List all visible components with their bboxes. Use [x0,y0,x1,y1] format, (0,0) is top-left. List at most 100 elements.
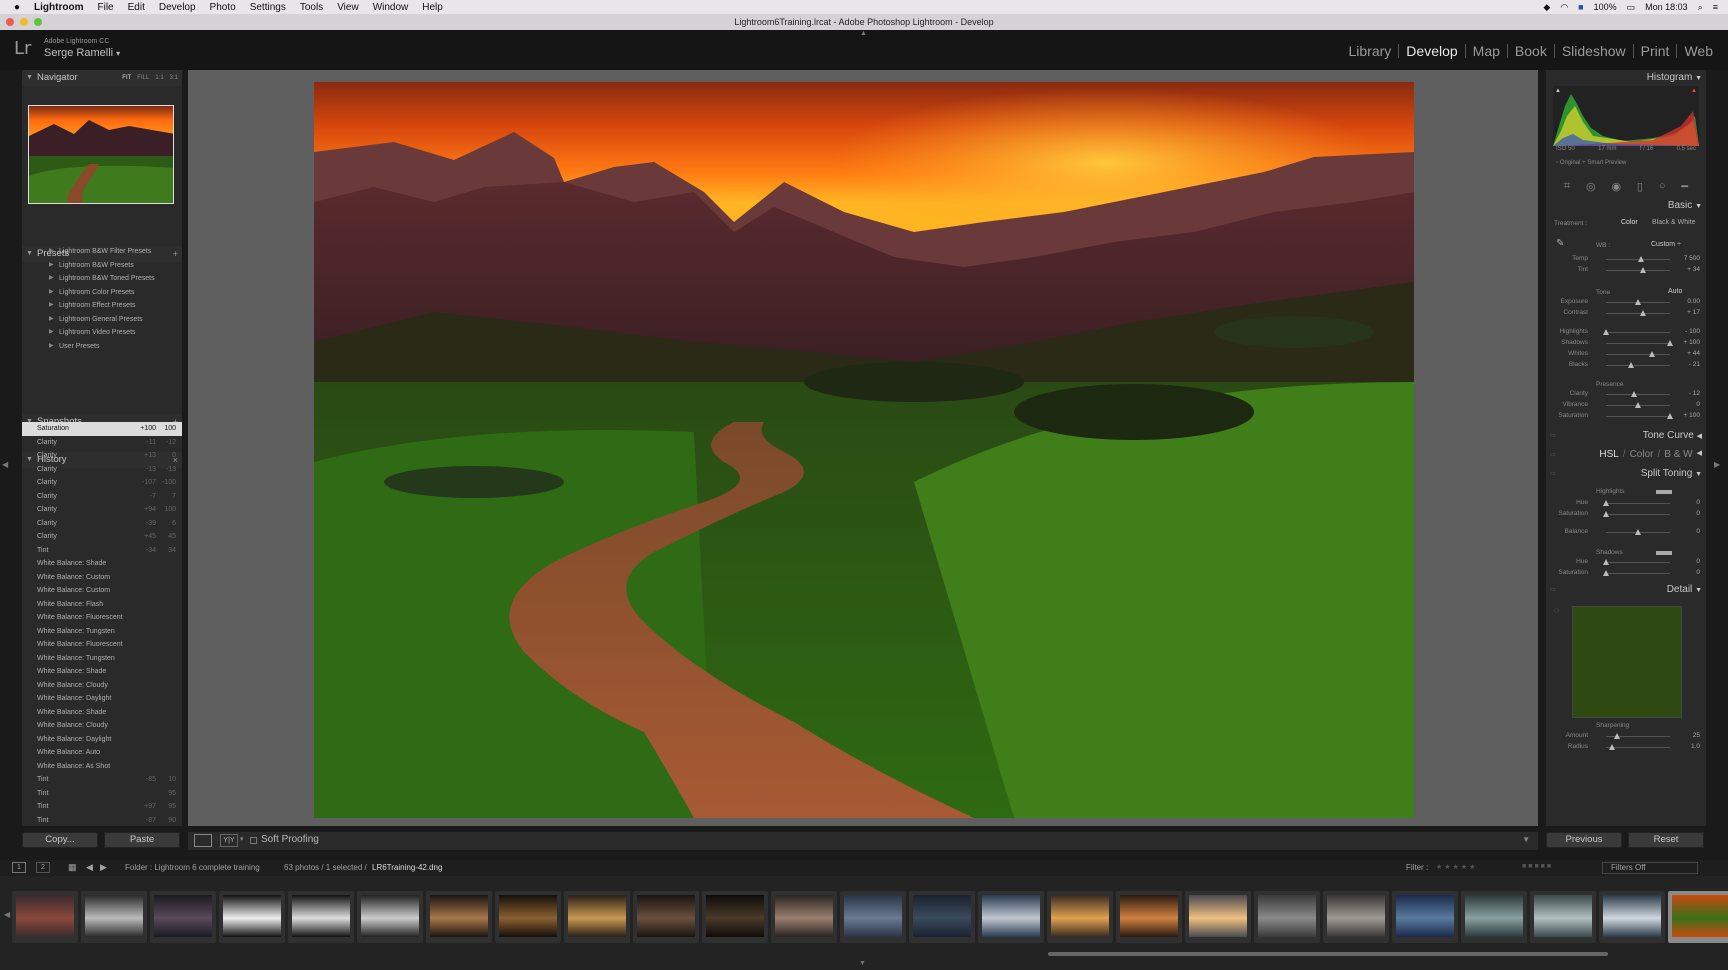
slider-thumb[interactable] [1603,570,1609,576]
preset-folder[interactable]: ▶ Lightroom Video Presets [22,326,182,340]
slider-value[interactable]: 0 [1696,510,1700,517]
toolbar-menu-icon[interactable]: ▼ [1522,835,1530,844]
module-map[interactable]: Map [1464,44,1507,58]
menu-photo[interactable]: Photo [210,2,236,13]
zoom-3-1[interactable]: 3:1 [170,70,178,86]
history-item[interactable]: White Balance: Fluorescent [22,638,182,652]
menu-settings[interactable]: Settings [250,2,286,13]
tone-auto-button[interactable]: Auto [1668,288,1682,295]
slider-thumb[interactable] [1603,329,1609,335]
paste-settings-button[interactable]: Paste [104,832,180,848]
filmstrip-thumbnail[interactable] [564,891,630,943]
filmstrip-thumbnail[interactable] [1599,891,1665,943]
slider-thumb[interactable] [1635,299,1641,305]
history-item[interactable]: White Balance: Tungsten [22,625,182,639]
slider-thumb[interactable] [1603,511,1609,517]
history-item[interactable]: Clarity -39 6 [22,517,182,531]
slider-thumb[interactable] [1613,733,1620,739]
history-item[interactable]: White Balance: Shade [22,557,182,571]
history-item[interactable]: Tint -87 90 [22,814,182,828]
close-window-button[interactable] [6,18,14,26]
slider-thumb[interactable] [1635,529,1641,535]
slider-value[interactable]: + 100 [1684,412,1700,419]
histogram-header[interactable]: Histogram ▼ [1647,72,1702,83]
basic-header[interactable]: Basic ▼ [1668,200,1702,211]
slider-value[interactable]: 0 [1696,401,1700,408]
treatment-bw-option[interactable]: Black & White [1652,219,1696,226]
adjustment-brush-icon[interactable]: ━ [1681,180,1688,193]
identity-plate[interactable]: Serge Ramelli ▾ [44,47,120,59]
history-item[interactable]: White Balance: Daylight [22,733,182,747]
slider-hue[interactable]: Hue 0 [1554,499,1704,509]
slider-value[interactable]: 0.00 [1687,298,1700,305]
history-item[interactable]: White Balance: Custom [22,584,182,598]
color-tab[interactable]: Color [1630,449,1654,460]
history-item[interactable]: Tint 95 [22,787,182,801]
histogram-chart[interactable]: ▲ ▲ [1553,86,1699,146]
zoom-fill[interactable]: FILL [137,70,149,86]
history-item[interactable]: White Balance: Daylight [22,692,182,706]
filmstrip-thumbnail[interactable] [909,891,975,943]
search-icon[interactable]: ⌕ [1698,2,1703,13]
slider-value[interactable]: 0 [1696,569,1700,576]
slider-thumb[interactable] [1667,413,1673,419]
forward-arrow-icon[interactable]: ▶ [100,862,107,873]
history-item[interactable]: White Balance: Cloudy [22,719,182,733]
filmstrip-thumbnail[interactable] [1668,891,1728,943]
folder-source[interactable]: Folder : Lightroom 6 complete training [125,863,260,872]
copy-settings-button[interactable]: Copy... [22,832,98,848]
main-photo[interactable] [314,82,1414,818]
slider-value[interactable]: 0 [1696,558,1700,565]
history-item[interactable]: White Balance: Tungsten [22,652,182,666]
detail-header[interactable]: Detail ▼ [1667,584,1702,595]
slider-track[interactable] [1606,416,1670,417]
history-item[interactable]: Clarity +45 45 [22,530,182,544]
dropbox-icon[interactable]: ◆ [1543,2,1550,13]
menu-lightroom[interactable]: Lightroom [34,2,83,13]
filmstrip-thumbnail[interactable] [1185,891,1251,943]
slider-value[interactable]: 25 [1693,732,1700,739]
slider-track[interactable] [1606,270,1670,271]
battery-percent[interactable]: 100% [1594,2,1617,12]
menu-develop[interactable]: Develop [159,2,196,13]
navigator-preview[interactable] [28,105,174,204]
preset-folder[interactable]: ▶ Lightroom B&W Toned Presets [22,272,182,286]
slider-contrast[interactable]: Contrast + 17 [1554,309,1704,319]
history-item[interactable]: Clarity -107 -100 [22,476,182,490]
history-item[interactable]: Clarity +94 100 [22,503,182,517]
slider-thumb[interactable] [1667,340,1673,346]
history-item[interactable]: Clarity -7 7 [22,490,182,504]
hsl-tab[interactable]: HSL [1599,449,1618,460]
slider-exposure[interactable]: Exposure 0.00 [1554,298,1704,308]
filmstrip-thumbnail[interactable] [633,891,699,943]
filmstrip-thumbnail[interactable] [840,891,906,943]
smart-preview-status[interactable]: ▫ Original + Smart Preview [1556,160,1626,166]
preset-folder[interactable]: ▶ Lightroom General Presets [22,313,182,327]
radial-filter-icon[interactable]: ○ [1659,180,1666,192]
collapse-filmstrip-icon[interactable]: ▼ [859,960,866,967]
slider-thumb[interactable] [1635,402,1641,408]
filmstrip-thumbnail[interactable] [1047,891,1113,943]
detail-target-icon[interactable]: ◌ [1554,606,1559,615]
slider-thumb[interactable] [1640,267,1647,273]
filmstrip-thumbnail[interactable] [12,891,78,943]
graduated-filter-icon[interactable]: ▯ [1637,180,1643,193]
filmstrip-scrollbar[interactable] [1048,952,1608,956]
slider-temp[interactable]: Temp 7 500 [1554,255,1704,265]
slider-value[interactable]: + 44 [1687,350,1700,357]
loupe-view-icon[interactable] [194,834,212,847]
slider-hue[interactable]: Hue 0 [1554,558,1704,568]
slider-thumb[interactable] [1638,256,1645,262]
preset-folder[interactable]: ▶ Lightroom B&W Filter Presets [22,245,182,259]
slider-value[interactable]: + 17 [1687,309,1700,316]
collapse-right-panel-icon[interactable]: ▶ [1714,460,1720,469]
filmstrip-thumbnail[interactable] [1392,891,1458,943]
slider-value[interactable]: - 12 [1689,390,1700,397]
filmstrip-thumbnail[interactable] [288,891,354,943]
zoom-1-1[interactable]: 1:1 [155,70,163,86]
soft-proofing-label[interactable]: Soft Proofing [261,834,319,845]
slider-vibrance[interactable]: Vibrance 0 [1554,401,1704,411]
hsl-toggle-icon[interactable]: ▭ [1550,451,1556,458]
filmstrip-thumbnail[interactable] [81,891,147,943]
slider-value[interactable]: - 21 [1689,361,1700,368]
